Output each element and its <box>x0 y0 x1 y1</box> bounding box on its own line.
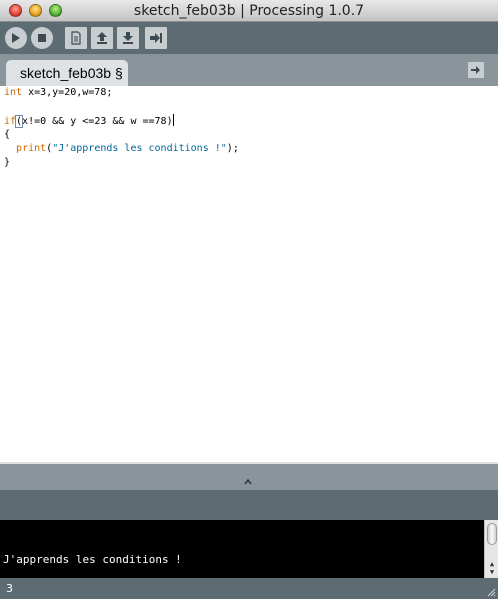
open-upload-icon <box>97 32 107 44</box>
tab-bar: sketch_feb03b § <box>0 54 498 86</box>
code-line-5: print("J'apprends les conditions !"); <box>16 143 239 154</box>
console[interactable]: J'apprends les conditions ! ▲ ▼ <box>0 520 498 578</box>
stop-icon <box>38 34 46 42</box>
code-line-6: } <box>4 157 11 168</box>
open-button[interactable] <box>91 27 113 49</box>
export-icon <box>150 33 162 43</box>
tab-arrow-icon <box>471 66 480 74</box>
line-number-bar: 3 <box>0 578 498 599</box>
collapse-arrow-icon[interactable] <box>243 478 253 486</box>
code-line-1: int x=3,y=20,w=78; <box>4 87 113 98</box>
tab-menu-button[interactable] <box>468 62 484 78</box>
save-download-icon <box>123 32 133 44</box>
save-button[interactable] <box>117 27 139 49</box>
window-title: sketch_feb03b | Processing 1.0.7 <box>133 3 365 19</box>
play-icon <box>12 33 20 43</box>
text-caret <box>172 114 174 126</box>
line-number: 3 <box>6 582 13 595</box>
code-editor[interactable]: int x=3,y=20,w=78; if(x!=0 && y <=23 && … <box>0 86 498 462</box>
new-file-icon <box>71 31 81 45</box>
tab-label: sketch_feb03b § <box>20 65 123 81</box>
tab-sketch[interactable]: sketch_feb03b § <box>6 60 128 86</box>
editor-console-divider[interactable] <box>0 462 498 490</box>
resize-grip-icon[interactable] <box>486 587 496 597</box>
new-button[interactable] <box>65 27 87 49</box>
code-line-4: { <box>4 129 11 140</box>
keyword-int: int <box>4 87 23 98</box>
message-bar <box>0 490 498 520</box>
stop-button[interactable] <box>31 27 53 49</box>
console-scrollbar[interactable]: ▲ ▼ <box>484 520 498 578</box>
toolbar <box>0 22 498 54</box>
scroll-arrows-icon[interactable]: ▲ ▼ <box>487 560 497 576</box>
console-output: J'apprends les conditions ! <box>3 553 182 566</box>
function-print: print <box>16 143 47 154</box>
code-line-3: if(x!=0 && y <=23 && w ==78) <box>4 114 174 128</box>
run-button[interactable] <box>5 27 27 49</box>
string-literal: "J'apprends les conditions !" <box>52 143 227 154</box>
scroll-thumb[interactable] <box>487 523 497 545</box>
title-bar: sketch_feb03b | Processing 1.0.7 <box>0 0 498 22</box>
export-button[interactable] <box>145 27 167 49</box>
keyword-if: if <box>4 116 17 127</box>
